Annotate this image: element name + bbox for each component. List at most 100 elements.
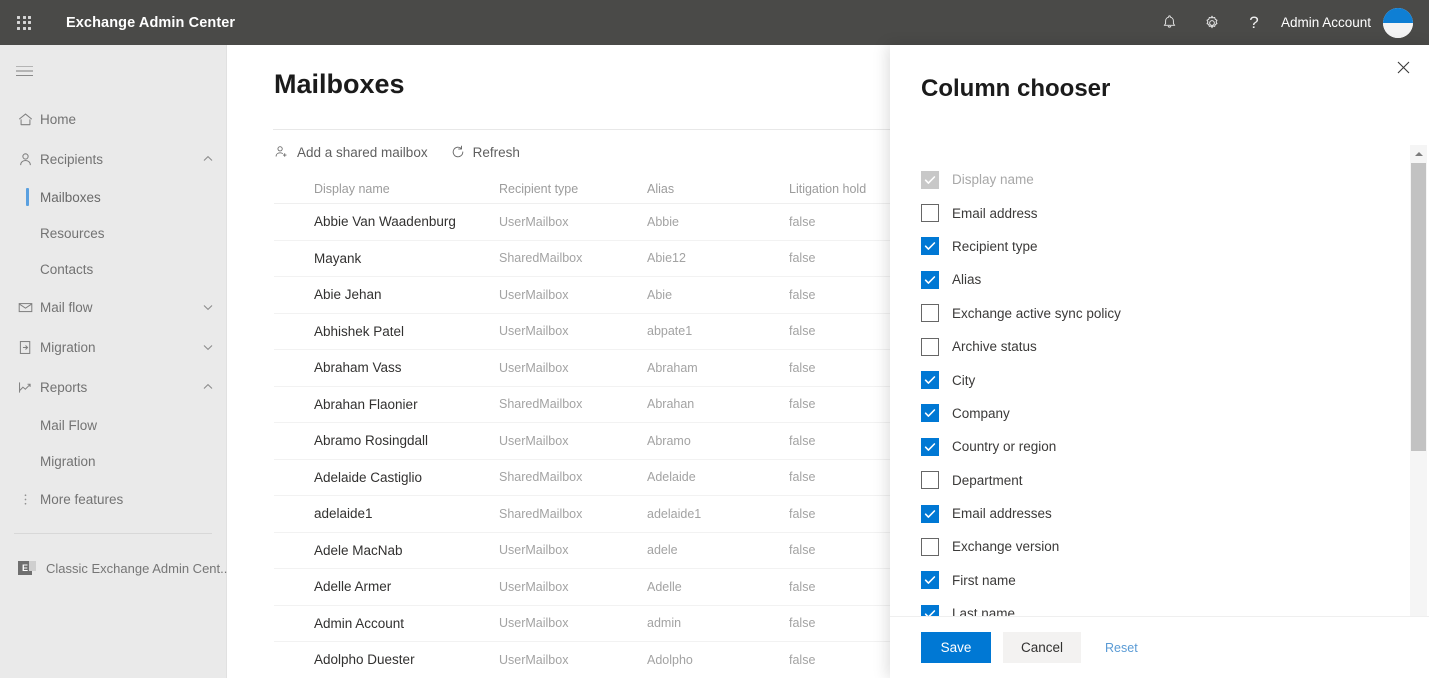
chevron-down-icon[interactable] bbox=[202, 341, 214, 353]
column-option-row: Display name bbox=[890, 163, 1419, 196]
cell-display-name: Mayank bbox=[314, 250, 362, 266]
column-option-row[interactable]: First name bbox=[890, 564, 1419, 597]
column-option-label: Exchange active sync policy bbox=[952, 305, 1121, 321]
column-option-label: First name bbox=[952, 572, 1016, 588]
cell-recipient-type: UserMailbox bbox=[499, 543, 569, 558]
toolbar-button-label: Add a shared mailbox bbox=[297, 144, 428, 160]
column-header-display-name[interactable]: Display name bbox=[274, 182, 499, 196]
avatar-top bbox=[1383, 7, 1413, 23]
checkbox-icon[interactable] bbox=[921, 471, 939, 490]
column-option-row[interactable]: Alias bbox=[890, 263, 1419, 296]
column-option-row[interactable]: Email address bbox=[890, 196, 1419, 229]
app-launcher-icon bbox=[17, 15, 31, 30]
checkbox-icon[interactable] bbox=[921, 437, 939, 456]
cell-alias: Adelle bbox=[647, 579, 682, 594]
sidebar-item-label: Classic Exchange Admin Cent... bbox=[46, 560, 231, 576]
hamburger-menu-button[interactable] bbox=[0, 51, 48, 91]
sidebar-item-reports-mail-flow[interactable]: Mail Flow bbox=[0, 407, 226, 443]
scrollbar-thumb[interactable] bbox=[1411, 163, 1426, 451]
sidebar-item-reports-migration[interactable]: Migration bbox=[0, 443, 226, 479]
refresh-button[interactable]: Refresh bbox=[450, 144, 520, 160]
sidebar-item-reports[interactable]: Reports bbox=[0, 367, 226, 407]
settings-button[interactable] bbox=[1191, 0, 1233, 45]
sidebar-item-mail-flow[interactable]: Mail flow bbox=[0, 287, 226, 327]
migration-icon bbox=[10, 339, 40, 356]
checkbox-icon[interactable] bbox=[921, 204, 939, 223]
column-option-label: Exchange version bbox=[952, 539, 1060, 555]
column-option-row[interactable]: Recipient type bbox=[890, 230, 1419, 263]
close-panel-button[interactable] bbox=[1387, 51, 1419, 83]
column-option-row[interactable]: Email addresses bbox=[890, 497, 1419, 530]
cell-alias: Abramo bbox=[647, 433, 691, 448]
checkbox-icon[interactable] bbox=[921, 371, 939, 390]
top-bar-actions: ? Admin Account bbox=[1149, 0, 1429, 45]
cell-recipient-type: UserMailbox bbox=[499, 287, 569, 302]
column-option-label: Department bbox=[952, 472, 1023, 488]
sidebar-item-mailboxes[interactable]: Mailboxes bbox=[0, 179, 226, 215]
column-option-row[interactable]: Country or region bbox=[890, 430, 1419, 463]
add-user-icon bbox=[274, 144, 290, 160]
checkbox-icon[interactable] bbox=[921, 504, 939, 523]
column-option-label: Email address bbox=[952, 205, 1038, 221]
scroll-up-arrow-icon[interactable] bbox=[1410, 145, 1427, 162]
home-icon bbox=[10, 111, 40, 128]
cell-alias: adele bbox=[647, 543, 678, 558]
sidebar-item-contacts[interactable]: Contacts bbox=[0, 251, 226, 287]
settings-gear-icon bbox=[1206, 15, 1218, 28]
avatar[interactable] bbox=[1383, 7, 1413, 38]
panel-footer: Save Cancel Reset bbox=[890, 616, 1429, 678]
column-option-row[interactable]: Company bbox=[890, 397, 1419, 430]
cell-alias: Adolpho bbox=[647, 652, 693, 667]
cell-alias: Adelaide bbox=[647, 470, 696, 485]
cell-display-name: Abraham Vass bbox=[314, 360, 402, 376]
notification-bell-button[interactable] bbox=[1149, 0, 1191, 45]
sidebar-item-label: Contacts bbox=[40, 261, 94, 277]
save-button[interactable]: Save bbox=[921, 632, 991, 663]
help-button[interactable]: ? bbox=[1233, 0, 1275, 45]
column-header-recipient-type[interactable]: Recipient type bbox=[499, 182, 647, 196]
column-option-row[interactable]: Department bbox=[890, 464, 1419, 497]
chevron-up-icon[interactable] bbox=[202, 381, 214, 393]
cell-recipient-type: SharedMailbox bbox=[499, 470, 583, 485]
add-shared-mailbox-button[interactable]: Add a shared mailbox bbox=[274, 144, 428, 160]
sidebar-item-recipients[interactable]: Recipients bbox=[0, 139, 226, 179]
sidebar-item-migration[interactable]: Migration bbox=[0, 327, 226, 367]
sidebar-item-classic-eac[interactable]: E Classic Exchange Admin Cent... bbox=[0, 548, 231, 588]
sidebar-nav: Home Recipients Mailboxes Resources Cont… bbox=[0, 99, 231, 588]
more-vertical-icon bbox=[10, 491, 40, 508]
app-launcher-button[interactable] bbox=[0, 0, 48, 45]
reset-link[interactable]: Reset bbox=[1105, 641, 1138, 655]
column-option-row[interactable]: City bbox=[890, 363, 1419, 396]
cell-recipient-type: UserMailbox bbox=[499, 616, 569, 631]
checkbox-icon[interactable] bbox=[921, 571, 939, 590]
checkbox-icon[interactable] bbox=[921, 237, 939, 256]
chevron-up-icon[interactable] bbox=[202, 153, 214, 165]
cell-display-name: Abbie Van Waadenburg bbox=[314, 214, 456, 230]
checkbox-icon[interactable] bbox=[921, 337, 939, 356]
sidebar-item-resources[interactable]: Resources bbox=[0, 215, 226, 251]
cell-display-name: Adelle Armer bbox=[314, 579, 392, 595]
cell-alias: admin bbox=[647, 616, 682, 631]
sidebar-item-home[interactable]: Home bbox=[0, 99, 226, 139]
envelope-icon bbox=[10, 299, 40, 316]
cell-display-name: adelaide1 bbox=[314, 506, 373, 522]
toolbar-button-label: Refresh bbox=[472, 144, 520, 160]
column-option-label: Display name bbox=[952, 172, 1034, 188]
checkbox-icon[interactable] bbox=[921, 270, 939, 289]
checkbox-icon[interactable] bbox=[921, 537, 939, 556]
column-header-alias[interactable]: Alias bbox=[647, 182, 789, 196]
chevron-down-icon[interactable] bbox=[202, 301, 214, 313]
sidebar-item-label: Mailboxes bbox=[40, 189, 101, 205]
checkbox-icon[interactable] bbox=[921, 304, 939, 323]
account-name[interactable]: Admin Account bbox=[1281, 15, 1371, 30]
panel-scrollbar[interactable] bbox=[1410, 145, 1427, 661]
cancel-button[interactable]: Cancel bbox=[1003, 632, 1082, 663]
sidebar-item-more-features[interactable]: More features bbox=[0, 479, 226, 519]
refresh-icon bbox=[450, 144, 466, 160]
sidebar-item-label: Reports bbox=[40, 379, 88, 395]
avatar-bottom bbox=[1383, 22, 1413, 38]
checkbox-icon[interactable] bbox=[921, 404, 939, 423]
column-option-row[interactable]: Archive status bbox=[890, 330, 1419, 363]
column-option-row[interactable]: Exchange version bbox=[890, 530, 1419, 563]
column-option-row[interactable]: Exchange active sync policy bbox=[890, 297, 1419, 330]
